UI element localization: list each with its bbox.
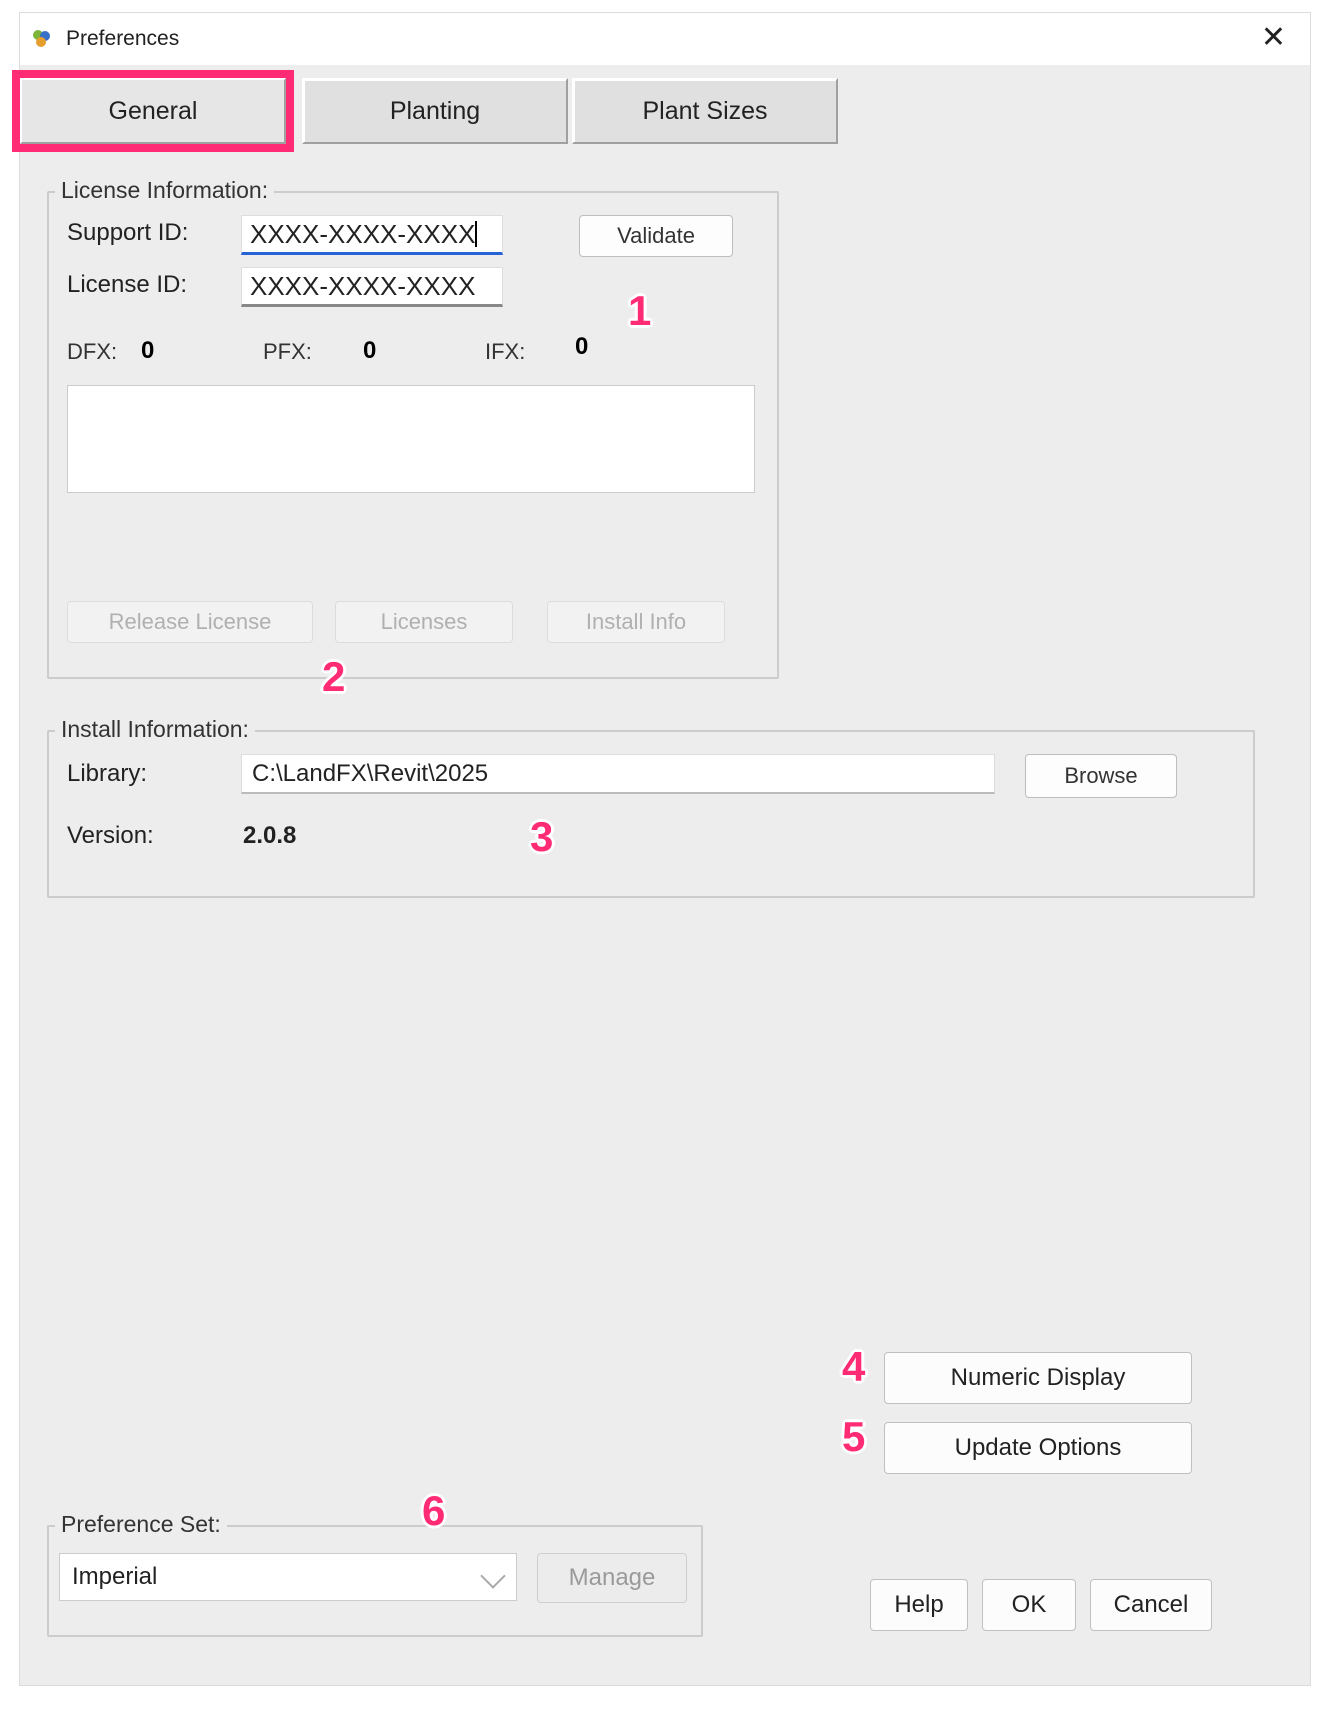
license-id-label: License ID: (67, 271, 187, 299)
ok-button[interactable]: OK (982, 1579, 1076, 1631)
pfx-label: PFX: (263, 339, 312, 365)
pfx-value: 0 (363, 337, 376, 365)
input-value: XXXX-XXXX-XXXX (250, 271, 475, 302)
input-value: C:\LandFX\Revit\2025 (252, 760, 488, 788)
license-message-box (67, 385, 755, 493)
button-label: Licenses (381, 609, 468, 635)
titlebar: Preferences ✕ (20, 13, 1310, 66)
caret-icon (475, 221, 477, 247)
button-label: Release License (109, 609, 272, 635)
chevron-down-icon (480, 1563, 505, 1588)
support-id-input[interactable]: XXXX-XXXX-XXXX (241, 215, 503, 255)
dfx-value: 0 (141, 337, 154, 365)
release-license-button[interactable]: Release License (67, 601, 313, 643)
close-icon[interactable]: ✕ (1251, 21, 1296, 55)
install-info-group: Install Information: Library: C:\LandFX\… (47, 730, 1255, 898)
update-options-button[interactable]: Update Options (884, 1422, 1192, 1474)
tab-label: General (109, 97, 198, 126)
tab-label: Plant Sizes (642, 97, 767, 126)
version-value: 2.0.8 (243, 822, 296, 850)
version-label: Version: (67, 822, 154, 850)
tab-bar: General Planting Plant Sizes (20, 78, 838, 144)
content-area: General Planting Plant Sizes License Inf… (20, 65, 1310, 1685)
app-icon (30, 27, 54, 51)
browse-button[interactable]: Browse (1025, 754, 1177, 798)
button-label: Browse (1064, 763, 1137, 789)
preference-set-group: Preference Set: Imperial Manage (47, 1525, 703, 1637)
button-label: Update Options (955, 1434, 1122, 1462)
select-value: Imperial (72, 1563, 157, 1591)
button-label: Numeric Display (951, 1364, 1126, 1392)
callout-5: 5 (842, 1413, 865, 1461)
library-label: Library: (67, 760, 147, 788)
ifx-label: IFX: (485, 339, 525, 365)
tab-planting[interactable]: Planting (302, 78, 568, 144)
install-info-button[interactable]: Install Info (547, 601, 725, 643)
tab-plant-sizes[interactable]: Plant Sizes (572, 78, 838, 144)
preference-set-select[interactable]: Imperial (59, 1553, 517, 1601)
licenses-button[interactable]: Licenses (335, 601, 513, 643)
dfx-label: DFX: (67, 339, 117, 365)
group-title: Preference Set: (55, 1511, 227, 1538)
validate-button[interactable]: Validate (579, 215, 733, 257)
tab-label: Planting (390, 97, 480, 126)
button-label: Install Info (586, 609, 686, 635)
group-title: Install Information: (55, 716, 255, 743)
window-title: Preferences (66, 27, 179, 51)
callout-4: 4 (842, 1343, 865, 1391)
button-label: Validate (617, 223, 695, 249)
input-value: XXXX-XXXX-XXXX (250, 219, 475, 250)
button-label: OK (1012, 1591, 1047, 1619)
group-title: License Information: (55, 177, 274, 204)
support-id-label: Support ID: (67, 219, 188, 247)
numeric-display-button[interactable]: Numeric Display (884, 1352, 1192, 1404)
cancel-button[interactable]: Cancel (1090, 1579, 1212, 1631)
license-id-input[interactable]: XXXX-XXXX-XXXX (241, 267, 503, 307)
license-info-group: License Information: Support ID: XXXX-XX… (47, 191, 779, 679)
help-button[interactable]: Help (870, 1579, 968, 1631)
tab-general[interactable]: General (20, 78, 286, 144)
preferences-dialog: Preferences ✕ General Planting Plant Siz… (19, 12, 1311, 1686)
library-path-input[interactable]: C:\LandFX\Revit\2025 (241, 754, 995, 794)
button-label: Manage (569, 1564, 656, 1592)
manage-button[interactable]: Manage (537, 1553, 687, 1603)
ifx-value: 0 (575, 333, 588, 361)
button-label: Cancel (1114, 1591, 1189, 1619)
button-label: Help (894, 1591, 943, 1619)
